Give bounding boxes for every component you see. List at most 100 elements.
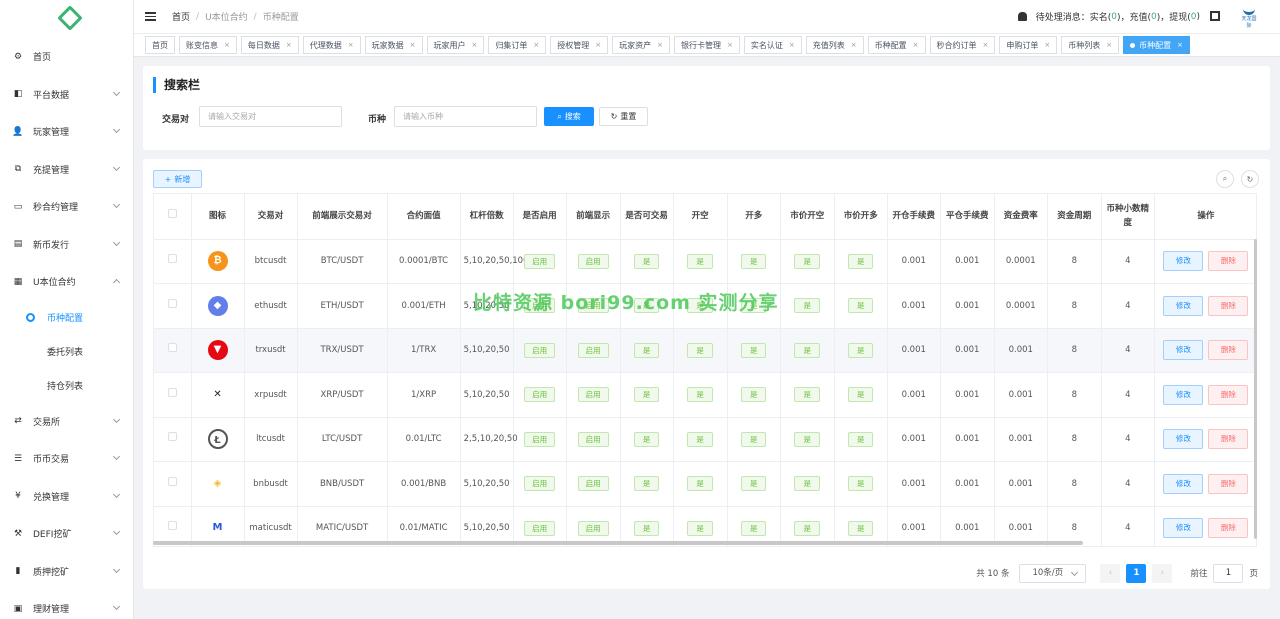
close-icon[interactable]: × (657, 41, 663, 49)
close-icon[interactable]: × (983, 41, 989, 49)
sidebar-item-monitor[interactable]: ▭ 秒合约管理 (0, 188, 133, 226)
pair-search-input[interactable]: 请输入交易对 (199, 106, 342, 127)
edit-button[interactable]: 修改 (1163, 518, 1204, 539)
coin-search-input[interactable]: 请输入币种 (394, 106, 537, 127)
table-row[interactable]: ✕ xrpusdt XRP/USDT 1/XRP 5,10,20,50 启用 启用 是 是 是 是 是… (154, 372, 1256, 418)
menu-toggle-icon[interactable] (145, 10, 156, 23)
sidebar-subitem[interactable]: 持仓列表 (0, 369, 133, 403)
sidebar-item-list[interactable]: ☰ 币币交易 (0, 440, 133, 478)
tab[interactable]: 秒合约订单 × (929, 36, 996, 54)
tab[interactable]: 玩家资产 × (612, 36, 670, 54)
tab[interactable]: 充值列表 × (805, 36, 864, 54)
table-row[interactable]: ₿ btcusdt BTC/USDT 0.0001/BTC 5,10,20,50,100… (154, 239, 1256, 284)
row-checkbox[interactable] (167, 387, 177, 397)
tab[interactable]: 每日数据 × (240, 36, 299, 54)
tab[interactable]: 账变信息 × (179, 36, 237, 54)
delete-button[interactable]: 删除 (1208, 429, 1249, 450)
market-open-short-tag: 是 (794, 387, 820, 403)
close-icon[interactable]: × (348, 41, 354, 49)
table-row[interactable]: ◈ bnbusdt BNB/USDT 0.001/BNB 5,10,20,50 启用 启用 是… (154, 461, 1256, 507)
tab[interactable]: 玩家用户 × (426, 36, 485, 54)
row-checkbox[interactable] (167, 432, 177, 442)
prev-page-button[interactable]: ‹ (1100, 563, 1121, 583)
sidebar-subitem[interactable]: 币种配置 (0, 301, 133, 335)
close-icon[interactable]: × (727, 41, 733, 49)
tab[interactable]: 币种配置 × (867, 36, 926, 54)
sidebar-item-yen[interactable]: ¥ 兑换管理 (0, 478, 133, 516)
close-icon[interactable]: × (472, 41, 478, 49)
toggle-search-button[interactable]: ⌕ (1216, 170, 1234, 188)
table-row[interactable]: ▼ trxusdt TRX/USDT 1/TRX 5,10,20,50 启用 启用 是 是 是 是 是… (154, 328, 1256, 373)
edit-button[interactable]: 修改 (1163, 429, 1204, 450)
row-checkbox[interactable] (167, 254, 177, 264)
row-checkbox[interactable] (167, 343, 177, 353)
breadcrumb-home[interactable]: 首页 (172, 10, 190, 23)
close-icon[interactable]: × (1177, 41, 1183, 49)
delete-button[interactable]: 删除 (1208, 384, 1249, 405)
edit-button[interactable]: 修改 (1163, 340, 1204, 361)
edit-button[interactable]: 修改 (1163, 251, 1204, 272)
horizontal-scrollbar[interactable] (153, 541, 1083, 545)
row-checkbox[interactable] (167, 476, 177, 486)
close-icon[interactable]: × (533, 41, 539, 49)
tab[interactable]: 币种配置 × (1123, 36, 1190, 54)
search-button[interactable]: ⌕ 搜索 (544, 107, 594, 126)
sidebar-item-card[interactable]: ▤ 新币发行 (0, 226, 133, 264)
tab[interactable]: 申购订单 × (999, 36, 1058, 54)
reset-button[interactable]: ↻ 重置 (599, 107, 648, 126)
page-size-select[interactable]: 10条/页 (1019, 563, 1087, 583)
edit-button[interactable]: 修改 (1163, 473, 1204, 494)
tab[interactable]: 授权管理 × (550, 36, 609, 54)
sidebar-item-exchange[interactable]: ⇄ 交易所 (0, 403, 133, 441)
add-button[interactable]: + 新增 (153, 170, 202, 188)
sidebar-item-dashboard[interactable]: ⚙ 首页 (0, 38, 133, 76)
close-icon[interactable]: × (789, 41, 795, 49)
page-number-current[interactable]: 1 (1126, 563, 1147, 583)
bell-icon[interactable] (1017, 12, 1027, 21)
edit-button[interactable]: 修改 (1163, 295, 1204, 316)
precision-cell: 4 (1101, 372, 1155, 418)
sidebar-item-data[interactable]: ◧ 平台数据 (0, 76, 133, 114)
delete-button[interactable]: 删除 (1208, 295, 1249, 316)
column-header[interactable] (154, 194, 192, 240)
row-checkbox[interactable] (167, 521, 177, 531)
sidebar-item-pickaxe[interactable]: ⚒ DEFI挖矿 (0, 515, 133, 553)
close-icon[interactable]: × (224, 41, 230, 49)
close-icon[interactable]: × (913, 41, 919, 49)
tab[interactable]: 代理数据 × (302, 36, 361, 54)
fullscreen-icon[interactable] (1210, 11, 1220, 21)
close-icon[interactable]: × (1106, 41, 1112, 49)
table-row[interactable]: Łltcusdt LTC/USDT 0.01/LTC 2,5,10,20,50 启用 启用… (154, 417, 1256, 462)
sidebar-item-bar-chart[interactable]: ▮ 质押挖矿 (0, 553, 133, 591)
goto-page-input[interactable]: 1 (1213, 563, 1244, 583)
sidebar-item-grid[interactable]: ▦ U本位合约 (0, 263, 133, 301)
select-all-checkbox[interactable] (167, 209, 177, 219)
tab[interactable]: 银行卡管理 × (674, 36, 740, 54)
tab[interactable]: 归集订单 × (488, 36, 547, 54)
tab[interactable]: 首页 (145, 36, 175, 54)
refresh-table-button[interactable]: ↻ (1241, 170, 1259, 188)
delete-button[interactable]: 删除 (1208, 340, 1249, 361)
edit-button[interactable]: 修改 (1163, 384, 1204, 405)
next-page-button[interactable]: › (1152, 563, 1173, 583)
delete-button[interactable]: 删除 (1208, 251, 1249, 272)
table-row[interactable]: ◆ ethusdt ETH/USDT 0.001/ETH 5,10,20,50 启用 启用 是… (154, 283, 1256, 329)
sidebar-item-finance[interactable]: ▣ 理财管理 (0, 590, 133, 619)
close-icon[interactable]: × (286, 41, 292, 49)
delete-button[interactable]: 删除 (1208, 473, 1249, 494)
sidebar-item-user[interactable]: 👤 玩家管理 (0, 113, 133, 151)
brand-avatar[interactable]: 天龙国际 (1240, 7, 1258, 29)
tab[interactable]: 玩家数据 × (364, 36, 423, 54)
sidebar-subitem[interactable]: 委托列表 (0, 335, 133, 369)
logo[interactable] (0, 0, 133, 34)
vertical-scrollbar[interactable] (1254, 239, 1257, 539)
tab[interactable]: 实名认证 × (743, 36, 802, 54)
sidebar-item-copy[interactable]: ⧉ 充提管理 (0, 151, 133, 189)
row-checkbox[interactable] (167, 298, 177, 308)
close-icon[interactable]: × (851, 41, 857, 49)
delete-button[interactable]: 删除 (1208, 518, 1249, 539)
close-icon[interactable]: × (410, 41, 416, 49)
close-icon[interactable]: × (1044, 41, 1050, 49)
close-icon[interactable]: × (595, 41, 601, 49)
tab[interactable]: 币种列表 × (1061, 36, 1120, 54)
